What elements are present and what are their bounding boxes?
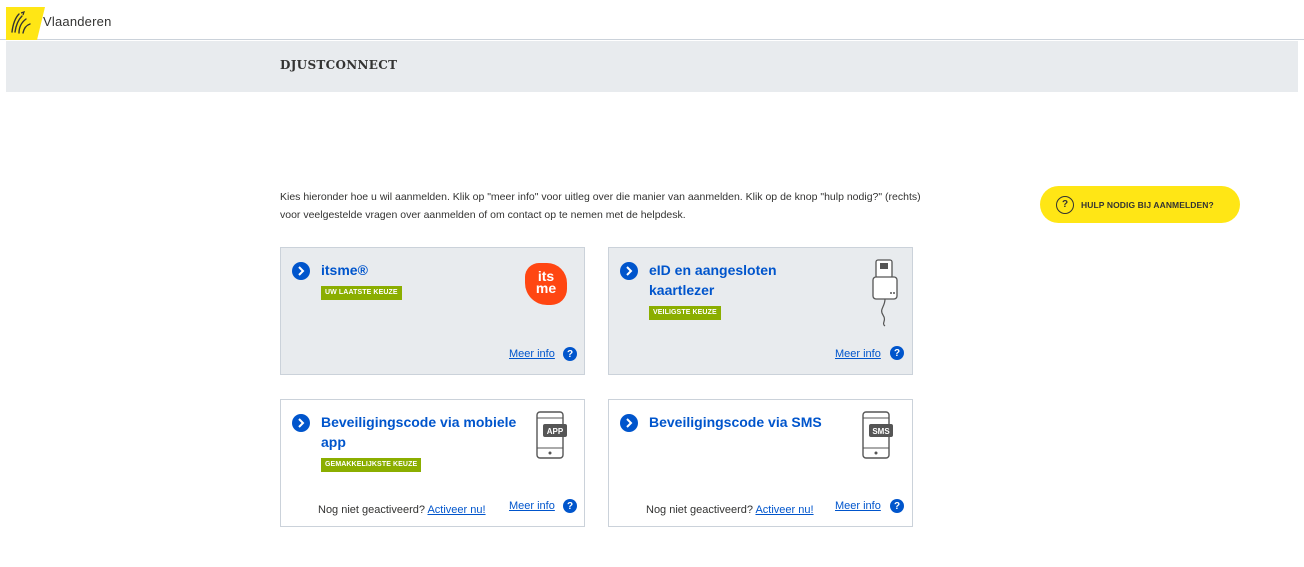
- info-icon[interactable]: ?: [563, 347, 577, 361]
- itsme-logo: its me: [525, 263, 567, 305]
- info-icon[interactable]: ?: [563, 499, 577, 513]
- login-option-sms[interactable]: Beveiligingscode via SMS SMS Nog niet ge…: [608, 399, 913, 527]
- question-icon: ?: [1056, 195, 1074, 214]
- status-badge: VEILIGSTE KEUZE: [649, 306, 721, 320]
- meer-info-link[interactable]: Meer info: [509, 348, 555, 360]
- activate-link[interactable]: Activeer nu!: [427, 504, 485, 516]
- option-title: Beveiligingscode via SMS: [649, 414, 822, 430]
- info-icon[interactable]: ?: [890, 499, 904, 513]
- login-option-eid[interactable]: eID en aangesloten kaartlezer VEILIGSTE …: [608, 247, 913, 375]
- option-title: eID en aangesloten kaartlezer: [649, 262, 777, 298]
- intro-text: Kies hieronder hoe u wil aanmelden. Klik…: [280, 191, 921, 221]
- activate-link[interactable]: Activeer nu!: [755, 504, 813, 516]
- activation-note-text: Nog niet geactiveerd?: [646, 504, 754, 516]
- app-header: DJUSTCONNECT: [6, 41, 1298, 92]
- brand-name[interactable]: Vlaanderen: [43, 14, 112, 29]
- option-title: Beveiligingscode via mobiele app: [321, 414, 517, 450]
- meer-info-link[interactable]: Meer info: [509, 500, 555, 512]
- login-option-itsme[interactable]: itsme® UW LAATSTE KEUZE its me Meer info…: [280, 247, 585, 375]
- chevron-right-icon: [620, 262, 638, 280]
- vlaanderen-lion-logo[interactable]: [6, 7, 37, 40]
- meer-info-link[interactable]: Meer info: [835, 500, 881, 512]
- top-bar: Vlaanderen: [0, 0, 1304, 40]
- phone-sms-label: SMS: [872, 427, 890, 436]
- lion-icon: [11, 11, 31, 34]
- phone-sms-icon: SMS: [862, 411, 893, 459]
- login-option-mobile-app[interactable]: Beveiligingscode via mobiele app GEMAKKE…: [280, 399, 585, 527]
- status-badge: GEMAKKELIJKSTE KEUZE: [321, 458, 422, 472]
- status-badge: UW LAATSTE KEUZE: [321, 286, 402, 300]
- chevron-right-icon: [292, 414, 310, 432]
- help-button-label: HULP NODIG BIJ AANMELDEN?: [1081, 199, 1214, 210]
- activation-note-text: Nog niet geactiveerd?: [318, 504, 426, 516]
- meer-info-link[interactable]: Meer info: [835, 348, 881, 360]
- phone-app-icon: APP: [536, 411, 567, 459]
- activation-note: Nog niet geactiveerd? Activeer nu!: [646, 504, 814, 516]
- activation-note: Nog niet geactiveerd? Activeer nu!: [318, 504, 486, 516]
- app-title: DJUSTCONNECT: [280, 58, 398, 72]
- chevron-right-icon: [620, 414, 638, 432]
- help-button[interactable]: ? HULP NODIG BIJ AANMELDEN?: [1040, 186, 1240, 223]
- option-title: itsme®: [321, 262, 368, 278]
- info-icon[interactable]: ?: [890, 346, 904, 360]
- chevron-right-icon: [292, 262, 310, 280]
- phone-app-label: APP: [547, 427, 564, 436]
- card-reader-icon: [872, 259, 898, 327]
- itsme-logo-text: its me: [535, 268, 557, 296]
